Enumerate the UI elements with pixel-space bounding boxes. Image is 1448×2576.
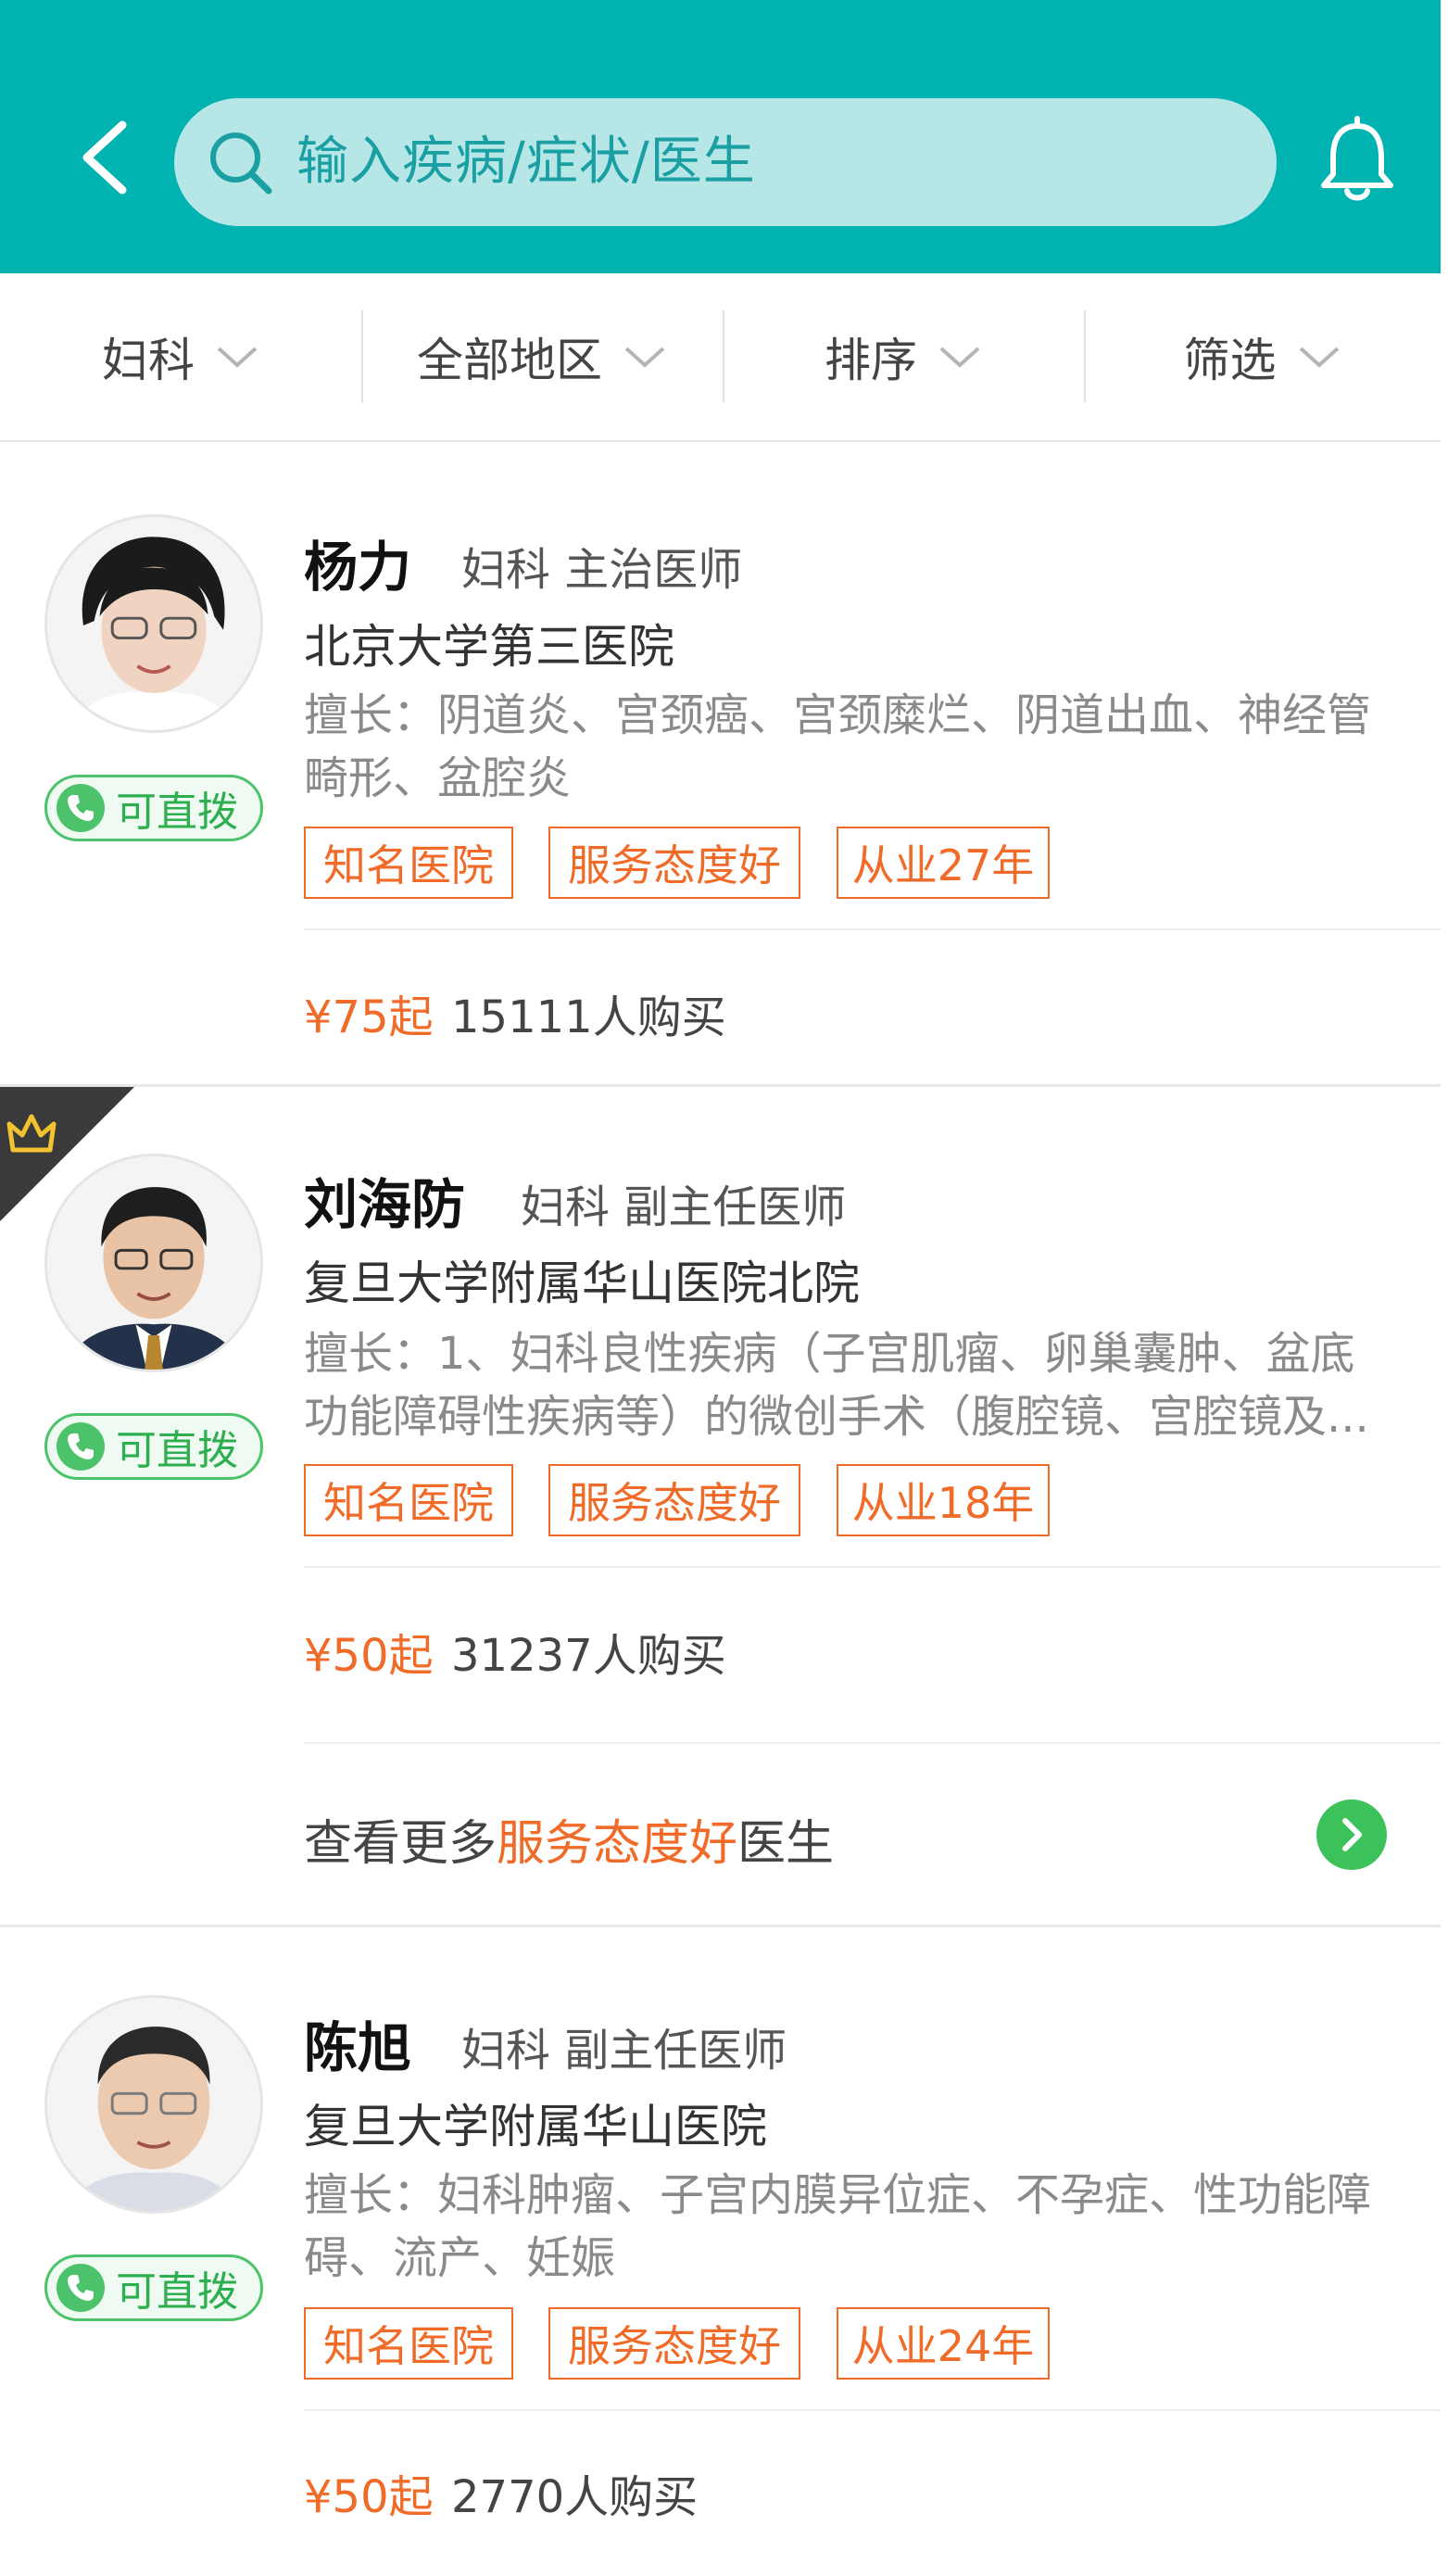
doctor-title: 妇科 副主任医师 [461,2025,787,2077]
search-placeholder: 输入疾病/症状/医生 [296,132,756,192]
chevron-left-icon [82,120,127,195]
tag-badge: 从业27年 [837,827,1050,899]
doctor-skill: 功能障碍性疾病等）的微创手术（腹腔镜、宫腔镜及... [304,1391,1369,1443]
doctor-title: 妇科 副主任医师 [521,1181,847,1233]
divider [0,1084,1441,1087]
search-icon [210,133,272,195]
more-doctors-link[interactable]: 查看更多服务态度好医生 [304,1804,834,1874]
doctor-name: 陈旭 [304,2016,412,2079]
top-header: 输入疾病/症状/医生 [0,0,1441,273]
buyer-count: 2770人购买 [451,2471,699,2523]
divider [304,1566,1441,1568]
call-label: 可直拨 [116,1427,238,1474]
back-button[interactable] [74,116,139,199]
divider [304,928,1441,930]
call-button[interactable]: 可直拨 [44,775,263,841]
chevron-right-circle-icon[interactable] [1316,1799,1388,1871]
more-highlight: 服务态度好 [497,1816,738,1872]
price: ¥50起 [304,2471,434,2523]
search-input[interactable]: 输入疾病/症状/医生 [174,98,1277,226]
doctor-skill: 擅长：1、妇科良性疾病（子宫肌瘤、卵巢囊肿、盆底 [304,1328,1355,1380]
tag-badge: 从业18年 [837,1464,1050,1536]
tag-badge: 从业24年 [837,2307,1050,2380]
filter-screen[interactable]: 筛选 [1084,310,1441,403]
notification-button[interactable] [1316,111,1399,204]
phone-icon [57,2264,105,2312]
divider [0,1925,1441,1927]
filter-label: 筛选 [1183,334,1277,387]
more-prefix: 查看更多 [304,1816,497,1872]
doctor-hospital: 复旦大学附属华山医院 [304,2100,767,2153]
chevron-down-icon [1299,347,1339,368]
doctor-hospital: 北京大学第三医院 [304,620,674,674]
filter-label: 全部地区 [417,334,602,387]
doctor-skill: 擅长：阴道炎、宫颈癌、宫颈糜烂、阴道出血、神经管畸形、盆腔炎 [304,689,1372,804]
tag-badge: 知名医院 [304,1464,513,1536]
avatar [44,514,263,733]
filter-bar: 妇科 全部地区 排序 筛选 [0,273,1441,442]
tag-badge: 知名医院 [304,2307,513,2380]
doctor-name: 杨力 [304,536,412,599]
buyer-count: 31237人购买 [451,1630,726,1682]
avatar [44,1995,263,2214]
tag-badge: 服务态度好 [548,1464,800,1536]
doctor-title: 妇科 主治医师 [461,544,743,596]
filter-label: 排序 [825,334,917,387]
chevron-down-icon [624,347,665,368]
divider [304,2409,1441,2411]
phone-icon [57,1422,105,1471]
call-label: 可直拨 [116,2268,238,2316]
call-button[interactable]: 可直拨 [44,2254,263,2321]
more-suffix: 医生 [737,1816,835,1872]
price: ¥50起 [304,1630,434,1682]
doctor-skill: 擅长：妇科肿瘤、子宫内膜异位症、不孕症、性功能障碍、流产、妊娠 [304,2169,1372,2284]
call-label: 可直拨 [116,789,238,836]
doctor-hospital: 复旦大学附属华山医院北院 [304,1256,860,1310]
tag-badge: 服务态度好 [548,827,800,899]
tag-badge: 知名医院 [304,827,513,899]
filter-label: 妇科 [102,334,195,387]
price: ¥75起 [304,991,434,1043]
filter-region[interactable]: 全部地区 [361,310,723,403]
chevron-down-icon [217,347,258,368]
bell-icon [1321,116,1393,201]
phone-icon [57,784,105,832]
call-button[interactable]: 可直拨 [44,1413,263,1480]
divider [304,1742,1441,1744]
doctor-name: 刘海防 [304,1173,466,1236]
chevron-down-icon [939,347,980,368]
filter-department[interactable]: 妇科 [0,310,361,403]
buyer-count: 15111人购买 [451,991,726,1043]
avatar [44,1154,263,1372]
tag-badge: 服务态度好 [548,2307,800,2380]
filter-sort[interactable]: 排序 [723,310,1084,403]
